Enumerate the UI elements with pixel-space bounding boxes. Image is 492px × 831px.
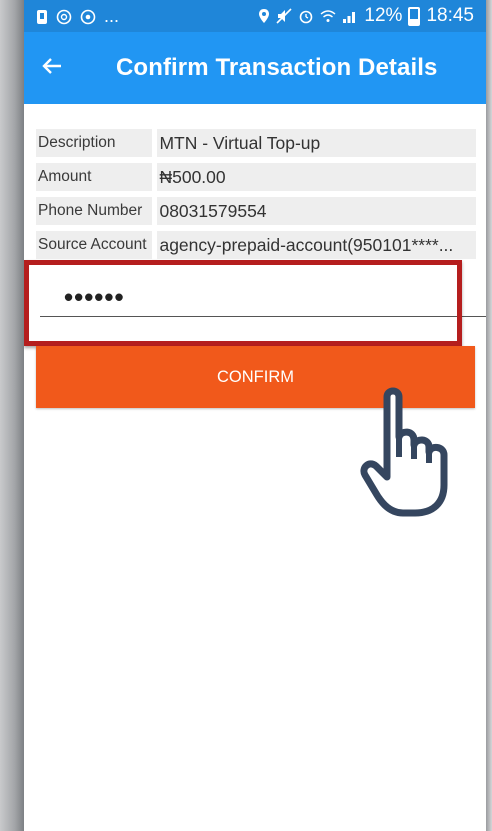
battery-icon [408,6,421,26]
app-bar: Confirm Transaction Details [24,32,486,104]
device-frame-right [486,0,492,831]
wifi-icon [320,8,336,24]
alarm-icon [298,8,314,24]
detail-label: Description [36,129,153,157]
phone-screen: ... 12% 18:45 Confirm Transaction Detail… [24,0,486,831]
detail-label: Amount [36,163,153,191]
detail-row-phone-number: Phone Number 08031579554 [36,197,476,225]
mute-icon [276,8,292,24]
detail-label: Phone Number [36,197,153,225]
signal-icon [342,8,358,24]
status-more: ... [104,6,120,26]
arrow-back-icon [40,54,64,83]
detail-value: agency-prepaid-account(950101****... [157,231,476,259]
transaction-details: Description MTN - Virtual Top-up Amount … [36,129,476,265]
detail-label: Source Account [36,231,153,259]
detail-value: MTN - Virtual Top-up [157,129,476,157]
at-icon [80,9,96,25]
whatsapp-icon [56,9,72,25]
battery-percent: 12% [364,5,403,26]
location-icon [258,8,270,24]
status-left-icons: ... [36,6,119,27]
detail-row-amount: Amount ₦500.00 [36,163,476,191]
device-frame-left [0,0,24,831]
status-time: 18:45 [426,5,474,26]
highlight-annotation-box [24,260,462,346]
detail-row-source-account: Source Account agency-prepaid-account(95… [36,231,476,259]
pointing-hand-icon [359,385,459,520]
status-bar: ... 12% 18:45 [24,0,486,32]
back-button[interactable] [36,52,68,84]
status-right-icons: 12% 18:45 [258,5,474,27]
detail-value: 08031579554 [157,197,476,225]
page-title: Confirm Transaction Details [116,54,438,81]
detail-value: ₦500.00 [157,163,476,191]
detail-row-description: Description MTN - Virtual Top-up [36,129,476,157]
notification-icon [36,9,48,25]
